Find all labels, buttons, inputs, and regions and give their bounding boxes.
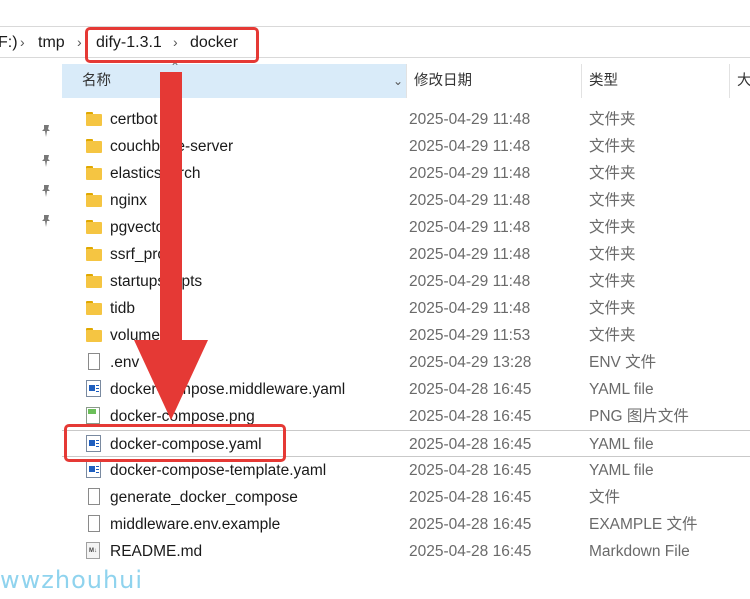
watermark: wwzhouhui bbox=[0, 566, 144, 594]
red-arrow-icon bbox=[134, 72, 208, 420]
